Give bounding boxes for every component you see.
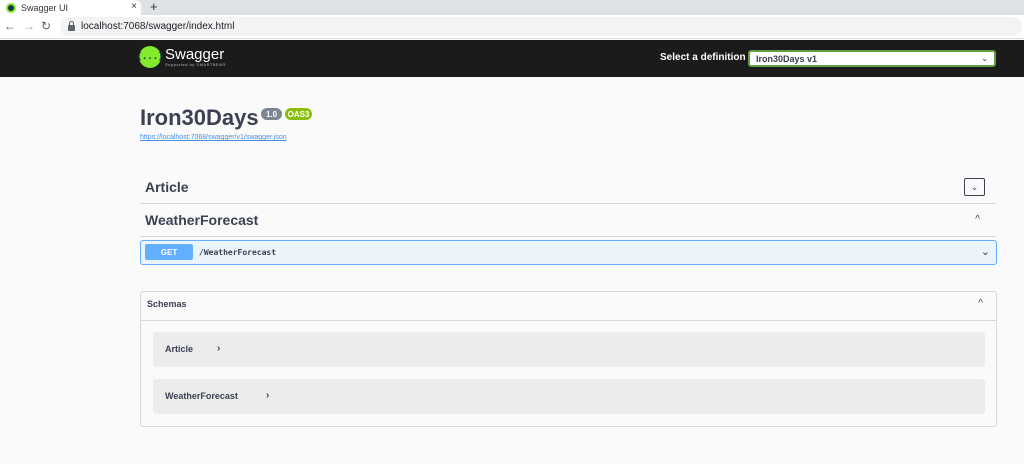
version-badge: 1.0 bbox=[261, 108, 282, 120]
tag-weatherforecast[interactable]: WeatherForecast ^ bbox=[140, 204, 996, 237]
swagger-logo[interactable]: {...} Swagger Supported by SMARTBEAR bbox=[136, 46, 226, 68]
definition-select[interactable]: Iron30Days v1 ⌄ bbox=[748, 50, 996, 67]
forward-icon[interactable]: → bbox=[23, 19, 35, 33]
browser-toolbar: ← → ↻ localhost:7068/swagger/index.html bbox=[0, 15, 1024, 39]
collapse-chevron-icon[interactable]: ^ bbox=[975, 214, 980, 225]
operation-get-weatherforecast[interactable]: GET /WeatherForecast ⌄ bbox=[140, 240, 997, 265]
chevron-right-icon: › bbox=[217, 343, 221, 354]
swagger-logo-icon: {...} bbox=[136, 46, 164, 68]
tab-title: Swagger UI bbox=[21, 2, 69, 13]
model-weatherforecast[interactable]: WeatherForecast › bbox=[153, 379, 985, 414]
definition-label: Select a definition bbox=[660, 52, 746, 63]
back-icon[interactable]: ← bbox=[4, 19, 16, 33]
lock-icon[interactable] bbox=[68, 20, 75, 31]
definition-value: Iron30Days v1 bbox=[756, 53, 818, 64]
api-title: Iron30Days bbox=[140, 105, 259, 130]
schemas-header[interactable]: Schemas ^ bbox=[141, 292, 996, 321]
new-tab-button[interactable]: + bbox=[150, 0, 158, 14]
model-name: WeatherForecast bbox=[165, 391, 238, 401]
tag-article[interactable]: Article ⌄ bbox=[140, 171, 996, 204]
tag-name: WeatherForecast bbox=[145, 212, 259, 228]
schemas-section: Schemas ^ Article › WeatherForecast › bbox=[140, 291, 997, 427]
brand-name: Swagger bbox=[165, 46, 225, 63]
browser-tab-strip: Swagger UI × + bbox=[0, 0, 1024, 15]
browser-tab[interactable]: Swagger UI × bbox=[0, 0, 141, 15]
chevron-down-icon[interactable]: ⌄ bbox=[981, 245, 990, 258]
expand-chevron-icon[interactable]: ⌄ bbox=[964, 178, 985, 196]
model-article[interactable]: Article › bbox=[153, 332, 985, 367]
url-text[interactable]: localhost:7068/swagger/index.html bbox=[81, 21, 234, 32]
close-tab-icon[interactable]: × bbox=[131, 1, 137, 12]
chevron-right-icon: › bbox=[266, 390, 270, 401]
collapse-chevron-icon[interactable]: ^ bbox=[978, 298, 983, 309]
schemas-title: Schemas bbox=[147, 299, 187, 309]
oas-badge: OAS3 bbox=[285, 108, 312, 120]
swagger-favicon-icon bbox=[6, 2, 16, 13]
supported-by: Supported by SMARTBEAR bbox=[165, 62, 226, 67]
reload-icon[interactable]: ↻ bbox=[41, 19, 51, 33]
logo-words: Swagger Supported by SMARTBEAR bbox=[165, 47, 226, 67]
tag-name: Article bbox=[145, 179, 189, 195]
model-name: Article bbox=[165, 344, 194, 354]
operation-path: /WeatherForecast bbox=[199, 248, 277, 257]
spec-link[interactable]: https://localhost:7068/swagger/v1/swagge… bbox=[140, 134, 287, 141]
chevron-down-icon: ⌄ bbox=[981, 54, 988, 63]
address-bar[interactable]: localhost:7068/swagger/index.html bbox=[60, 17, 1022, 36]
method-badge: GET bbox=[145, 244, 193, 260]
